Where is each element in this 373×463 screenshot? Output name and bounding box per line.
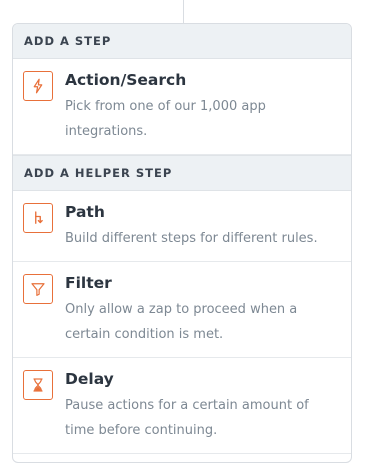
path-branch-icon	[23, 203, 53, 233]
menu-item-action-search[interactable]: Action/Search Pick from one of our 1,000…	[13, 59, 351, 155]
item-description: Pick from one of our 1,000 app integrati…	[65, 99, 266, 139]
section-header-add-helper-step: ADD A HELPER STEP	[13, 155, 351, 191]
item-description: Only allow a zap to proceed when a certa…	[65, 302, 298, 342]
filter-funnel-icon	[23, 274, 53, 304]
flow-connector-line	[183, 0, 184, 23]
item-title: Delay	[65, 370, 114, 388]
hourglass-icon	[23, 370, 53, 400]
lightning-bolt-icon	[23, 71, 53, 101]
item-title: Action/Search	[65, 71, 187, 89]
item-description: Build different steps for different rule…	[65, 231, 318, 246]
section-header-add-step: ADD A STEP	[13, 24, 351, 59]
item-description: Pause actions for a certain amount of ti…	[65, 398, 309, 438]
menu-item-path[interactable]: Path Build different steps for different…	[13, 191, 351, 262]
menu-item-filter[interactable]: Filter Only allow a zap to proceed when …	[13, 262, 351, 358]
menu-item-delay[interactable]: Delay Pause actions for a certain amount…	[13, 358, 351, 454]
item-title: Filter	[65, 274, 112, 292]
add-step-menu: ADD A STEP Action/Search Pick from one o…	[12, 23, 352, 463]
item-title: Path	[65, 203, 105, 221]
